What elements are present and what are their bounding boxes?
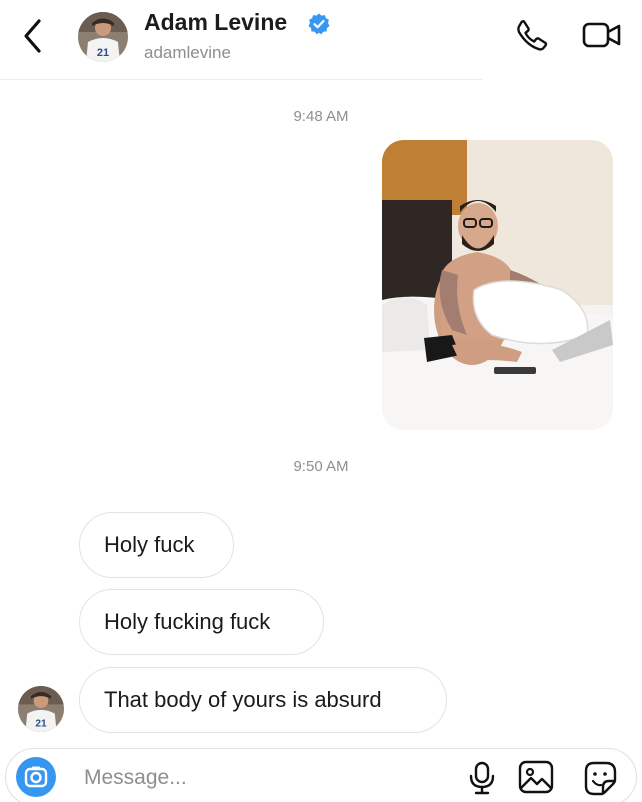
verified-badge-icon bbox=[308, 13, 330, 35]
microphone-icon[interactable] bbox=[468, 761, 496, 795]
sticker-icon[interactable] bbox=[581, 759, 619, 797]
contact-name[interactable]: Adam Levine bbox=[144, 9, 287, 36]
message-composer bbox=[5, 748, 637, 802]
message-bubble[interactable]: Holy fuck bbox=[79, 512, 234, 578]
phone-icon[interactable] bbox=[515, 18, 549, 52]
svg-text:21: 21 bbox=[97, 47, 109, 59]
avatar[interactable]: 21 bbox=[78, 12, 128, 62]
photo-message[interactable] bbox=[382, 140, 613, 430]
message-input[interactable] bbox=[84, 763, 444, 793]
video-camera-icon[interactable] bbox=[582, 20, 622, 50]
message-bubble[interactable]: Holy fucking fuck bbox=[79, 589, 324, 655]
svg-text:21: 21 bbox=[35, 718, 47, 729]
image-icon[interactable] bbox=[518, 760, 554, 794]
camera-button[interactable] bbox=[16, 757, 56, 797]
message-timestamp: 9:48 AM bbox=[293, 108, 349, 125]
contact-username: adamlevine bbox=[144, 43, 231, 62]
header-divider bbox=[0, 79, 482, 80]
chat-header: 21 Adam Levine adamlevine bbox=[0, 0, 642, 80]
sender-avatar[interactable]: 21 bbox=[18, 686, 64, 732]
message-timestamp: 9:50 AM bbox=[293, 458, 349, 475]
message-bubble[interactable]: That body of yours is absurd bbox=[79, 667, 447, 733]
camera-icon bbox=[24, 766, 48, 788]
chevron-left-icon[interactable] bbox=[20, 18, 46, 54]
